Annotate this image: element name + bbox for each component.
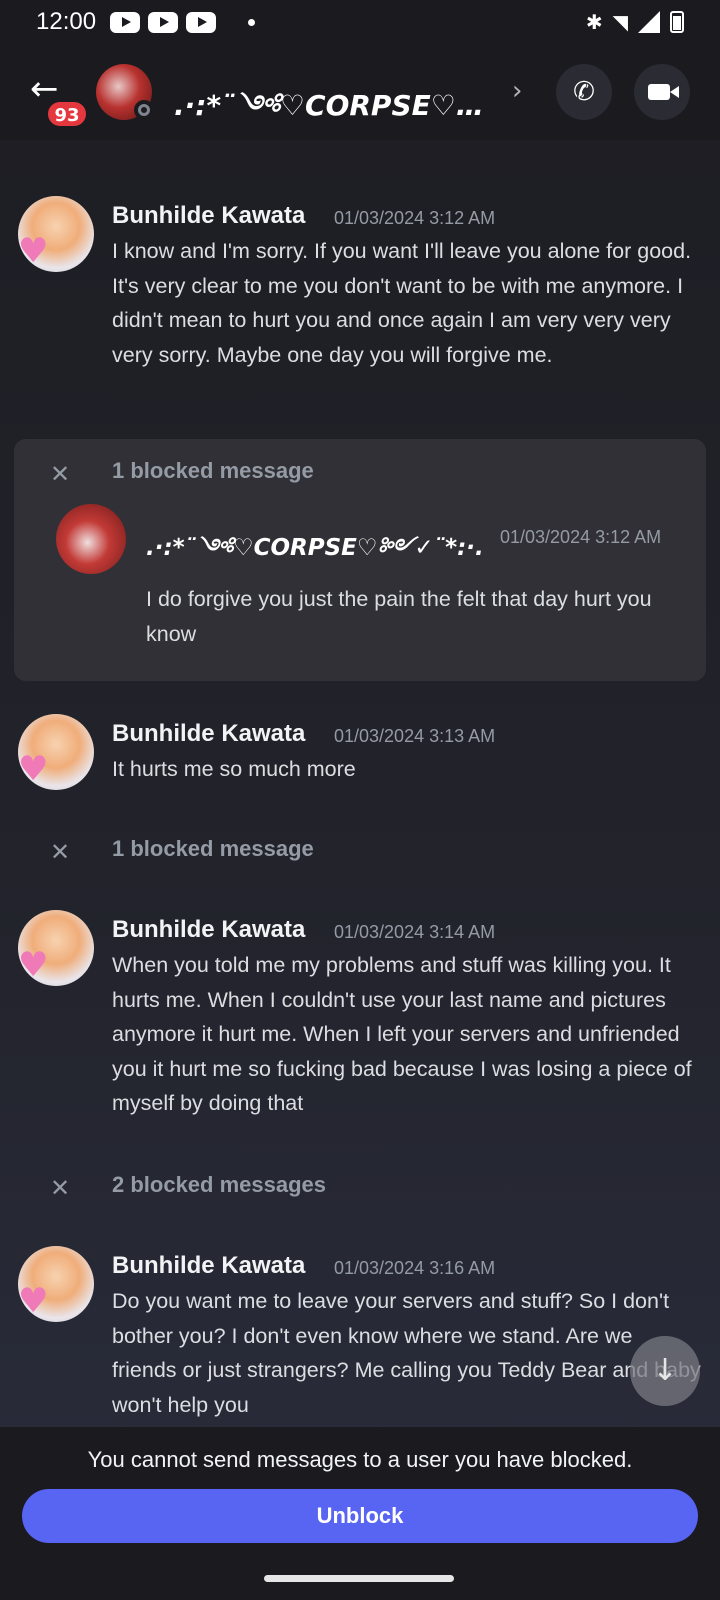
battery-icon <box>670 11 684 33</box>
video-call-button[interactable] <box>634 64 690 120</box>
message[interactable]: ♥ Bunhilde Kawata 01/03/2024 3:13 AM It … <box>0 714 720 794</box>
message[interactable]: ♥ Bunhilde Kawata 01/03/2024 3:16 AM Do … <box>0 1246 720 1426</box>
message-timestamp: 01/03/2024 3:16 AM <box>334 1258 496 1278</box>
video-camera-icon <box>648 84 679 100</box>
signal-icon <box>638 11 660 33</box>
unread-badge: 93 <box>46 100 88 128</box>
youtube-notification-icon <box>148 11 179 33</box>
wifi-icon: ◥ <box>612 10 628 34</box>
message-author[interactable]: Bunhilde Kawata <box>112 916 305 944</box>
heart-icon: ♥ <box>18 1281 49 1321</box>
voice-call-button[interactable]: ✆ <box>556 64 612 120</box>
message-timestamp: 01/03/2024 3:14 AM <box>334 922 496 942</box>
message[interactable]: ♥ Bunhilde Kawata 01/03/2024 3:12 AM I k… <box>0 196 720 416</box>
message[interactable]: ♥ Bunhilde Kawata 01/03/2024 3:14 AM Whe… <box>0 910 720 1115</box>
heart-icon: ♥ <box>18 945 49 985</box>
blocked-notice: You cannot send messages to a user you h… <box>87 1447 633 1472</box>
message-author[interactable]: Bunhilde Kawata <box>112 720 305 748</box>
system-nav-bar <box>0 1559 720 1600</box>
blocked-message-label[interactable]: 1 blocked message <box>112 836 314 862</box>
message-author[interactable]: Bunhilde Kawata <box>112 202 305 230</box>
message-timestamp: 01/03/2024 3:12 AM <box>500 527 662 547</box>
message-author[interactable]: .·:*¨༺♡CORPSE♡༻✓¨*:·. <box>146 522 484 587</box>
blocked-messages-toggle[interactable]: ✕ 1 blocked message <box>0 456 720 496</box>
home-gesture-handle[interactable] <box>264 1575 454 1582</box>
heart-icon: ♥ <box>18 749 49 789</box>
blocked-messages-toggle[interactable]: ✕ 1 blocked message <box>0 834 720 874</box>
bluetooth-icon: ✱ <box>585 10 603 34</box>
chevron-right-icon[interactable]: › <box>512 76 522 106</box>
youtube-notification-icon <box>186 11 217 33</box>
avatar[interactable]: ♥ <box>18 714 94 790</box>
arrow-down-icon: ↓ <box>652 1353 678 1388</box>
status-time: 12:00 <box>36 8 97 35</box>
more-notifications-icon <box>248 18 256 26</box>
phone-icon: ✆ <box>573 77 595 107</box>
message-author[interactable]: Bunhilde Kawata <box>112 1252 305 1280</box>
blocked-messages-toggle[interactable]: ✕ 2 blocked messages <box>0 1170 720 1210</box>
avatar[interactable] <box>56 504 126 574</box>
channel-title[interactable]: .·:*¨༺♡CORPSE♡… <box>174 74 494 153</box>
message-text: When you told me my problems and stuff w… <box>112 953 692 1115</box>
status-icons: ✱ ◥ <box>586 10 684 34</box>
message-text: It hurts me so much more <box>112 757 356 781</box>
close-icon[interactable]: ✕ <box>50 462 70 486</box>
message-text: Do you want me to leave your servers and… <box>112 1289 701 1417</box>
blocked-message-label[interactable]: 2 blocked messages <box>112 1172 326 1198</box>
status-bar: 12:00 ✱ ◥ <box>0 0 720 44</box>
message-text: I do forgive you just the pain the felt … <box>146 587 652 646</box>
blocked-footer: You cannot send messages to a user you h… <box>0 1427 720 1559</box>
close-icon[interactable]: ✕ <box>50 1176 70 1200</box>
avatar[interactable]: ♥ <box>18 910 94 986</box>
status-offline-icon <box>134 100 154 120</box>
channel-header: ← 93 .·:*¨༺♡CORPSE♡… › ✆ <box>0 44 720 140</box>
avatar[interactable]: ♥ <box>18 1246 94 1322</box>
jump-to-latest-button[interactable]: ↓ <box>630 1336 700 1406</box>
youtube-notification-icon <box>110 11 141 33</box>
unblock-button[interactable]: Unblock <box>22 1489 698 1543</box>
message-text: I know and I'm sorry. If you want I'll l… <box>112 239 692 367</box>
message-timestamp: 01/03/2024 3:13 AM <box>334 726 496 746</box>
blocked-message-label[interactable]: 1 blocked message <box>112 458 314 484</box>
heart-icon: ♥ <box>18 231 49 271</box>
avatar[interactable]: ♥ <box>18 196 94 272</box>
close-icon[interactable]: ✕ <box>50 840 70 864</box>
message-timestamp: 01/03/2024 3:12 AM <box>334 208 496 228</box>
